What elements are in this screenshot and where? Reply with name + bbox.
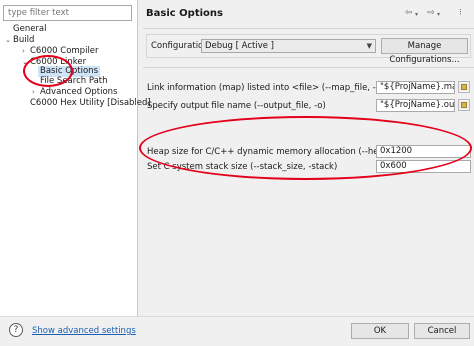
divider [143, 28, 474, 29]
nav-toolbar: ⇦ ▾ ⇨ ▾ ⁝ [405, 7, 471, 19]
expand-chevron-icon[interactable]: › [22, 46, 30, 57]
tree-item-label: Build [13, 35, 35, 45]
configuration-select[interactable]: Debug [ Active ] ▼ [201, 39, 376, 53]
annotation-ellipse [23, 55, 73, 87]
tree-item-label: C6000 Compiler [30, 46, 99, 56]
browse-file-icon[interactable] [458, 81, 470, 93]
forward-arrow-icon[interactable]: ⇨ [427, 7, 435, 19]
configuration-value: Debug [ Active ] [205, 41, 274, 51]
expand-chevron-icon[interactable]: › [32, 87, 40, 98]
forward-dropdown-icon[interactable]: ▾ [437, 9, 440, 21]
tree-panel: General ⌄Build ›C6000 Compiler ⌄C6000 Li… [0, 0, 151, 316]
output-file-label: Specify output file name (--output_file,… [147, 101, 326, 111]
chevron-down-icon: ▼ [366, 42, 372, 50]
divider [143, 67, 474, 68]
browse-file-icon[interactable] [458, 99, 470, 111]
tree-item-advanced-options[interactable]: › Advanced Options [32, 87, 117, 98]
back-dropdown-icon[interactable]: ▾ [415, 9, 418, 21]
tree-item-label: General [13, 24, 47, 34]
cancel-button[interactable]: Cancel [414, 323, 470, 339]
configuration-bar: Configuration: Debug [ Active ] ▼ Manage… [146, 34, 471, 65]
ok-button[interactable]: OK [351, 323, 409, 339]
map-file-input[interactable]: "${ProjName}.map" [376, 81, 455, 94]
show-advanced-settings-link[interactable]: Show advanced settings [32, 326, 136, 336]
tree-item-label: C6000 Hex Utility [Disabled] [30, 98, 151, 108]
tree-item-build[interactable]: ⌄ Build [5, 35, 34, 46]
back-arrow-icon[interactable]: ⇦ [405, 7, 413, 19]
view-menu-icon[interactable]: ⁝ [459, 7, 462, 19]
annotation-ellipse [139, 116, 472, 180]
map-file-label: Link information (map) listed into <file… [147, 83, 388, 93]
collapse-chevron-icon[interactable]: ⌄ [5, 35, 13, 46]
tree-item-general[interactable]: General [5, 24, 47, 35]
help-icon[interactable]: ? [9, 323, 23, 337]
filter-input[interactable] [3, 5, 132, 21]
manage-configurations-button[interactable]: Manage Configurations... [381, 38, 468, 65]
dialog-footer: ? Show advanced settings OK Cancel [0, 316, 474, 346]
tree-item-label: Advanced Options [40, 87, 118, 97]
tree-item-hex-utility[interactable]: C6000 Hex Utility [Disabled] [30, 98, 151, 109]
page-title: Basic Options [146, 8, 223, 19]
output-file-input[interactable]: "${ProjName}.out" [376, 99, 455, 112]
tree-item-c6000-compiler[interactable]: › C6000 Compiler [22, 46, 99, 57]
